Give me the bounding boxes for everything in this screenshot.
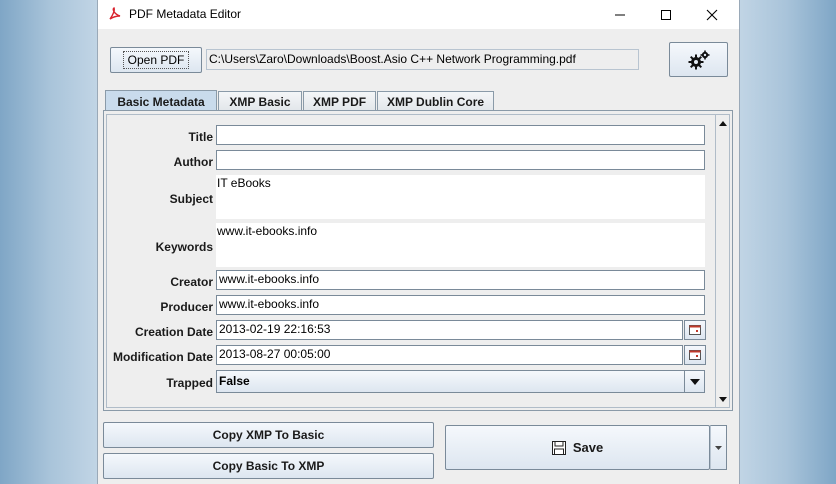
open-pdf-label: Open PDF: [122, 51, 190, 69]
tab-xmp-pdf[interactable]: XMP PDF: [303, 91, 376, 111]
title-field[interactable]: [216, 125, 705, 145]
subject-label: Subject: [169, 192, 213, 206]
trapped-value: False: [219, 374, 250, 388]
calendar-icon: [689, 350, 701, 360]
tab-xmp-basic[interactable]: XMP Basic: [218, 91, 302, 111]
settings-button[interactable]: [669, 42, 728, 77]
keywords-textarea[interactable]: www.it-ebooks.info: [216, 223, 705, 267]
gear-icon: [688, 50, 709, 69]
copy-xmp-to-basic-button[interactable]: Copy XMP To Basic: [103, 422, 434, 448]
trapped-select[interactable]: False: [216, 370, 705, 393]
tab-xmp-dublin-core[interactable]: XMP Dublin Core: [377, 91, 494, 111]
save-options-dropdown[interactable]: [710, 425, 727, 470]
keywords-label: Keywords: [155, 240, 213, 254]
title-label: Title: [188, 130, 213, 144]
close-button[interactable]: [689, 0, 735, 29]
creator-label: Creator: [170, 275, 213, 289]
arrow-down-icon: [718, 396, 727, 402]
calendar-icon: [689, 325, 701, 335]
producer-field[interactable]: www.it-ebooks.info: [216, 295, 705, 315]
file-path-field[interactable]: C:\Users\Zaro\Downloads\Boost.Asio C++ N…: [206, 49, 639, 70]
copy-xmp-to-basic-label: Copy XMP To Basic: [212, 428, 325, 442]
author-label: Author: [173, 155, 213, 169]
copy-basic-to-xmp-button[interactable]: Copy Basic To XMP: [103, 453, 434, 479]
app-window: PDF Metadata Editor Open PDF C:\Users\Za…: [97, 0, 740, 484]
pdf-icon: [109, 7, 121, 20]
modification-date-label: Modification Date: [112, 350, 213, 364]
vertical-scrollbar[interactable]: [715, 114, 730, 408]
scroll-down-button[interactable]: [716, 392, 729, 406]
close-icon: [706, 9, 718, 20]
trapped-dropdown-button[interactable]: [684, 370, 705, 393]
copy-basic-to-xmp-label: Copy Basic To XMP: [212, 459, 325, 473]
tab-panel: Title Author Subject IT eBooks Keywords …: [103, 110, 733, 411]
arrow-up-icon: [718, 120, 727, 126]
title-bar: PDF Metadata Editor: [98, 0, 739, 29]
chevron-down-icon: [715, 445, 722, 450]
floppy-disk-icon: [551, 440, 566, 455]
maximize-button[interactable]: [643, 0, 689, 29]
creation-date-field[interactable]: 2013-02-19 22:16:53: [216, 320, 683, 340]
open-pdf-button[interactable]: Open PDF: [110, 47, 202, 73]
tab-basic-metadata[interactable]: Basic Metadata: [105, 90, 217, 112]
creator-field[interactable]: www.it-ebooks.info: [216, 270, 705, 290]
scroll-up-button[interactable]: [716, 116, 729, 130]
author-field[interactable]: [216, 150, 705, 170]
save-label: Save: [572, 440, 604, 455]
form-area: Title Author Subject IT eBooks Keywords …: [106, 114, 716, 408]
creation-date-label: Creation Date: [134, 325, 213, 339]
creation-date-picker-button[interactable]: [684, 320, 706, 340]
window-title: PDF Metadata Editor: [129, 7, 242, 21]
save-button[interactable]: Save: [445, 425, 710, 470]
chevron-down-icon: [689, 378, 700, 385]
subject-textarea[interactable]: IT eBooks: [216, 175, 705, 219]
modification-date-picker-button[interactable]: [684, 345, 706, 365]
maximize-icon: [661, 9, 671, 20]
trapped-label: Trapped: [166, 376, 213, 390]
minimize-icon: [615, 14, 625, 15]
producer-label: Producer: [160, 300, 213, 314]
minimize-button[interactable]: [597, 0, 643, 29]
modification-date-field[interactable]: 2013-08-27 00:05:00: [216, 345, 683, 365]
